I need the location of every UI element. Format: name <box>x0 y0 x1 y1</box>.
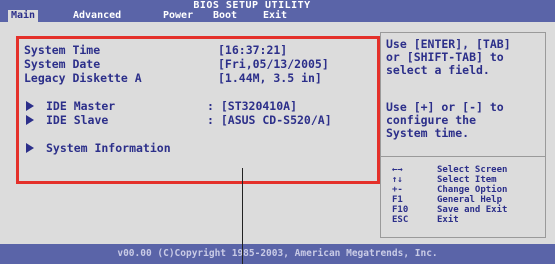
tab-main[interactable]: Main <box>8 10 39 22</box>
key-f1: F1 <box>392 195 403 205</box>
help-divider <box>380 156 546 157</box>
copyright-footer: v00.00 (C)Copyright 1985-2003, American … <box>0 244 555 264</box>
key-arrows-ud: ↑↓ <box>392 175 403 185</box>
ide-master-arrow-icon <box>26 101 34 111</box>
header-bar: BIOS SETUP UTILITY Main Advanced Power B… <box>0 0 555 22</box>
help-text-navigation: Use [ENTER], [TAB] or [SHIFT-TAB] to sel… <box>386 37 511 77</box>
ide-slave-arrow-icon <box>26 115 34 125</box>
key-plus-minus: +- <box>392 185 403 195</box>
system-date-label: System Date <box>24 57 101 71</box>
system-date-value[interactable]: [Fri,05/13/2005] <box>218 57 329 71</box>
system-information-arrow-icon <box>26 143 34 153</box>
system-time-value[interactable]: [16:37:21] <box>218 43 287 57</box>
legacy-diskette-value[interactable]: [1.44M, 3.5 in] <box>218 71 322 85</box>
system-time-label: System Time <box>24 43 101 57</box>
bios-screen: BIOS SETUP UTILITY Main Advanced Power B… <box>0 0 555 264</box>
ide-slave-label[interactable]: IDE Slave <box>46 113 108 127</box>
help-text-configure: Use [+] or [-] to configure the System t… <box>386 100 504 140</box>
key-esc: ESC <box>392 215 409 225</box>
tab-power[interactable]: Power <box>160 10 196 22</box>
callout-line <box>242 168 243 264</box>
tab-exit[interactable]: Exit <box>260 10 290 22</box>
ide-master-label[interactable]: IDE Master <box>46 99 115 113</box>
key-desc-exit: Exit <box>437 215 459 225</box>
legacy-diskette-label: Legacy Diskette A <box>24 71 142 85</box>
system-information-label[interactable]: System Information <box>46 141 171 155</box>
tab-boot[interactable]: Boot <box>210 10 240 22</box>
key-desc-general-help: General Help <box>437 195 503 205</box>
key-desc-select-item: Select Item <box>437 175 497 185</box>
key-arrows-lr: ←→ <box>392 165 403 175</box>
key-desc-select-screen: Select Screen <box>437 165 508 175</box>
key-desc-save-exit: Save and Exit <box>437 205 508 215</box>
ide-slave-value: : [ASUS CD-S520/A] <box>207 113 332 127</box>
key-f10: F10 <box>392 205 409 215</box>
bios-title: BIOS SETUP UTILITY <box>193 0 311 11</box>
tab-advanced[interactable]: Advanced <box>70 10 124 22</box>
key-desc-change-option: Change Option <box>437 185 508 195</box>
ide-master-value: : [ST320410A] <box>207 99 298 113</box>
